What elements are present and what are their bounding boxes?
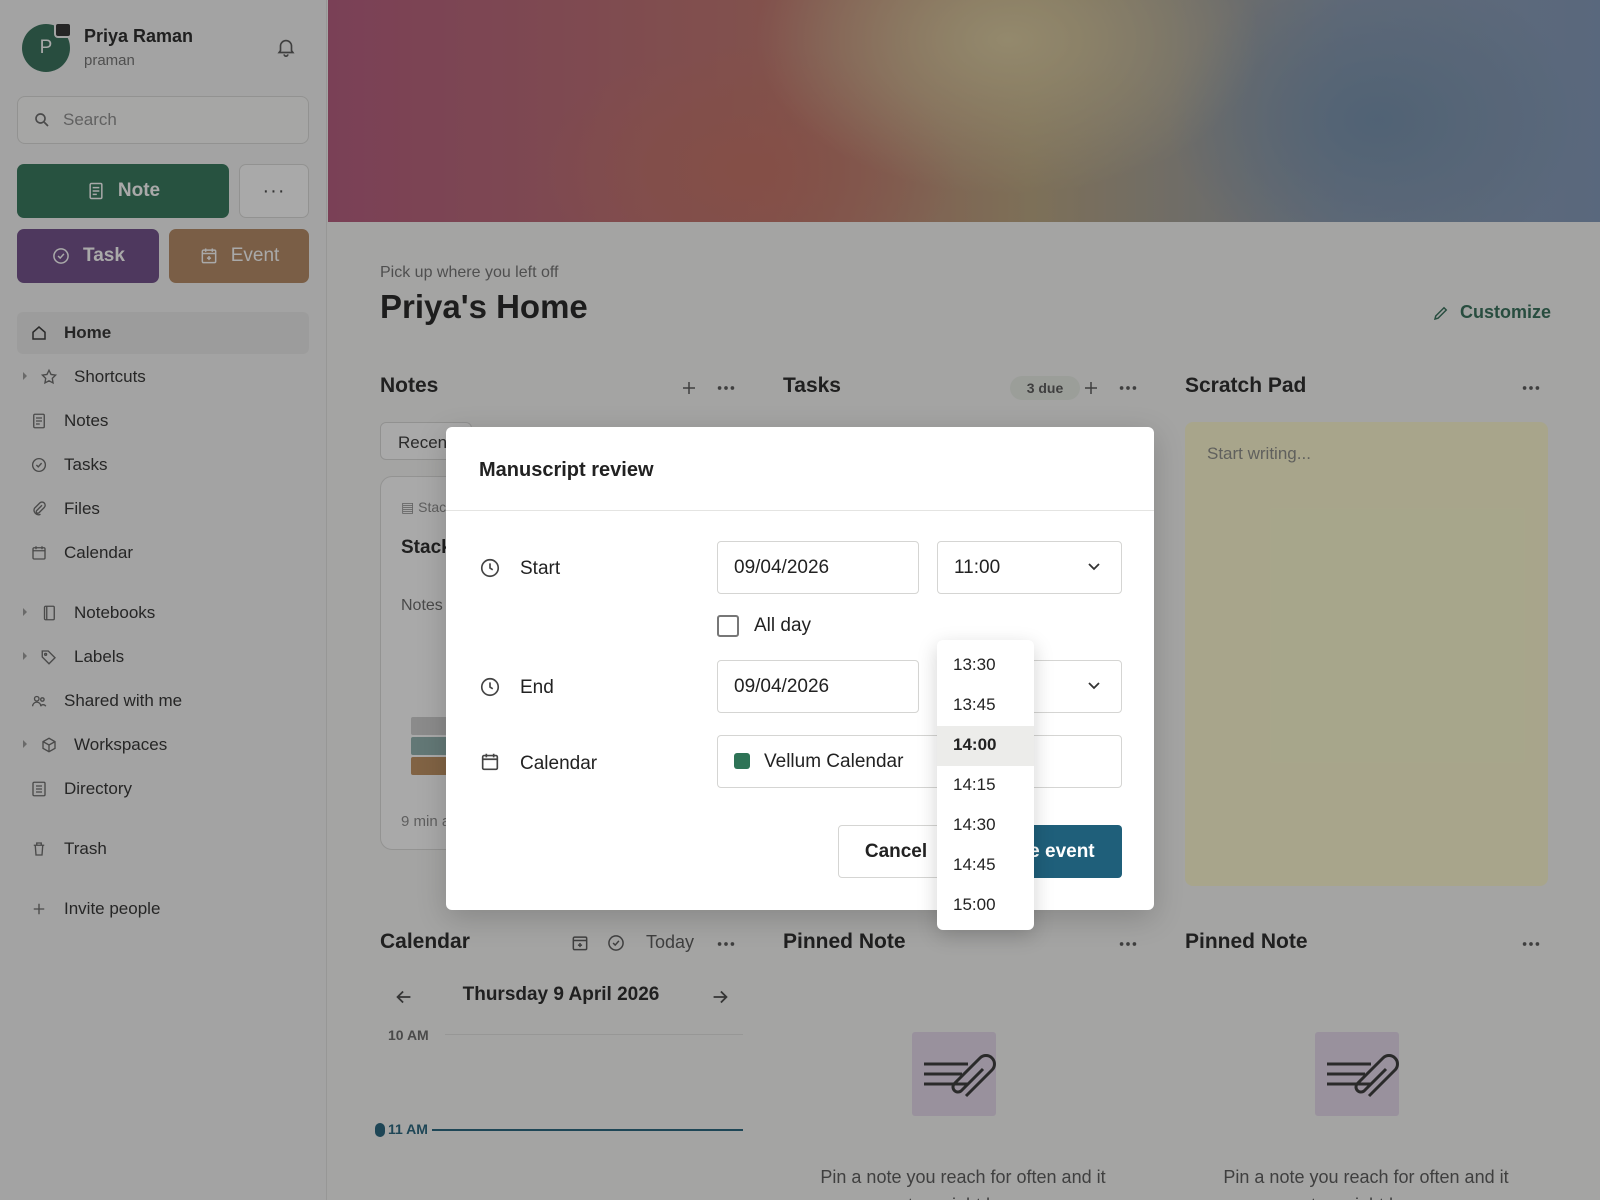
clock-icon [480, 677, 500, 697]
clock-icon [480, 558, 500, 578]
start-time-select[interactable]: 11:00 [937, 541, 1122, 594]
start-date-input[interactable]: 09/04/2026 [717, 541, 919, 594]
time-dropdown: 13:30 13:45 14:00 14:15 14:30 14:45 15:0… [937, 640, 1034, 930]
start-label: Start [520, 558, 561, 579]
time-option[interactable]: 14:30 [937, 806, 1034, 846]
calendar-select[interactable]: Vellum Calendar [717, 735, 1122, 788]
calendar-value: Vellum Calendar [764, 751, 904, 772]
chevron-down-icon [1088, 682, 1100, 690]
time-option[interactable]: 14:45 [937, 846, 1034, 886]
calendar-color-swatch [734, 753, 750, 769]
calendar-icon [481, 753, 499, 771]
end-label: End [520, 677, 554, 698]
end-date-value: 09/04/2026 [734, 676, 830, 697]
dialog-title: Manuscript review [479, 459, 654, 481]
event-dialog: Manuscript review Start 09/04/2026 11:00… [446, 427, 1154, 910]
time-option[interactable]: 14:15 [937, 766, 1034, 806]
all-day-label: All day [754, 615, 812, 636]
time-option-selected[interactable]: 14:00 [937, 726, 1034, 766]
all-day-checkbox[interactable] [717, 615, 739, 637]
time-option[interactable]: 13:45 [937, 686, 1034, 726]
end-date-input[interactable]: 09/04/2026 [717, 660, 919, 713]
start-date-value: 09/04/2026 [734, 557, 830, 578]
time-option[interactable]: 13:30 [937, 646, 1034, 686]
calendar-label: Calendar [520, 753, 598, 774]
time-option[interactable]: 15:00 [937, 886, 1034, 926]
dialog-divider [446, 510, 1154, 511]
chevron-down-icon [1088, 563, 1100, 571]
start-time-value: 11:00 [954, 557, 1001, 578]
